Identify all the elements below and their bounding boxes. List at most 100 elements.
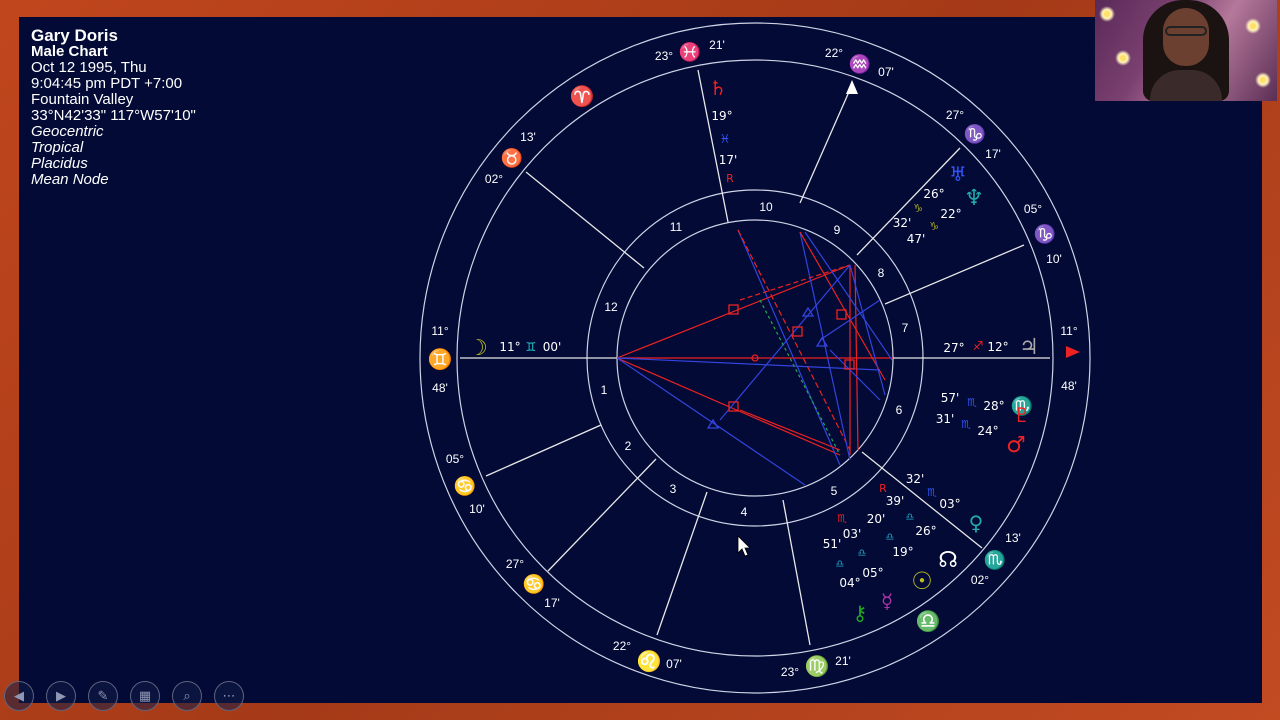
saturn-sign: ♓ [720,132,731,146]
cusp-7-minute: 48' [1061,379,1077,393]
venus-icon: ♀ [969,511,984,535]
more-options-button[interactable]: ⋯ [214,681,244,711]
house-1: 1 [601,383,608,397]
cusp-5-minute: 21' [835,654,851,668]
neptune-minute: 47' [907,232,926,246]
node-minute: 39' [886,494,905,508]
moon-minute: 00' [543,340,562,354]
house-2: 2 [625,439,632,453]
sun-degree: 19° [892,545,913,559]
cusp-10-degree: 22° [825,46,843,60]
chiron-station: ♏ [837,512,847,525]
mars-icon: ♂ [1006,433,1026,458]
mars-degree: 24° [977,424,998,438]
planet-glyphs: ☽ 11° ♊ 00' ♃ 27° ♐ 12° ♄ 19° ♓ 17' R ♅ … [468,76,1039,625]
mercury-icon: ☿ [881,589,893,613]
cusp-2-degree: 05° [446,452,464,466]
mercury-sign: ♎ [858,548,867,559]
webcam-overlay [1095,0,1277,101]
presenter-face [1163,8,1209,66]
house-12: 12 [604,300,618,314]
cusp-9-minute: 17' [985,147,1001,161]
jupiter-icon: ♃ [1019,335,1039,360]
chiron-degree: 04° [839,576,860,590]
cusp-10-sign: ♒ [849,53,871,74]
libra-sign-outer: ♎ [916,609,941,633]
cusp-2-minute: 10' [469,502,485,516]
sun-sign: ♎ [886,532,895,543]
cusp-2-sign: ♋ [454,475,476,496]
venus-minute: 32' [906,472,925,486]
moon-sign: ♊ [526,340,537,354]
node-sign: ♎ [906,512,915,523]
cusp-7-degree: 11° [1060,324,1077,338]
node-degree: 26° [915,524,936,538]
house-8: 8 [878,266,885,280]
cusp-11-degree: 23° [655,49,673,63]
node-retrograde: R [879,482,887,495]
cusp-1-sign: ♊ [428,347,453,371]
cusp-4-sign: ♌ [637,649,662,673]
cusp-12-degree: 13' [520,130,536,144]
saturn-retrograde: R [726,172,734,185]
pluto-degree: 28° [983,399,1004,413]
pen-tool-button[interactable]: ✎ [88,681,118,711]
house-7: 7 [902,321,909,335]
uranus-degree: 26° [923,187,944,201]
cusp-8-sign: ♑ [1034,223,1056,244]
cusp-8-degree: 05° [1024,202,1042,216]
zoom-button[interactable]: ⌕ [172,681,202,711]
mars-minute: 31' [936,412,955,426]
venus-degree: 03° [939,497,960,511]
chiron-minute: 20' [867,512,886,526]
cusp-3-sign: ♋ [523,573,545,594]
presenter-glasses-icon [1165,26,1207,36]
slideshow-controls: ◀ ▶ ✎ ▦ ⌕ ⋯ [4,681,244,713]
moon-degree: 11° [499,340,520,354]
node-icon: ☊ [938,548,958,573]
mouse-cursor-icon [737,535,751,557]
chiron-icon: ⚷ [853,601,868,625]
house-4: 4 [741,505,748,519]
cusp-6-degree: 02° [971,573,989,587]
house-10: 10 [759,200,773,214]
uranus-icon: ♅ [949,162,967,186]
cusp-1-minute: 48' [432,381,448,395]
pluto-minute: 57' [941,391,960,405]
cusp-5-sign: ♍ [805,654,830,678]
house-9: 9 [834,223,841,237]
cusp-9-sign: ♑ [964,123,986,144]
venus-sign: ♏ [927,486,937,499]
cusp-1-degree: 11° [431,324,448,338]
cusp-6-minute: 13' [1005,531,1021,545]
slides-grid-button[interactable]: ▦ [130,681,160,711]
uranus-minute: 32' [893,216,912,230]
cusp-8-minute: 10' [1046,252,1062,266]
cusp-3-degree: 27° [506,557,524,571]
mercury-minute: 51' [823,537,842,551]
saturn-degree: 19° [711,109,732,123]
cusp-12-sign: ♉ [501,147,523,168]
saturn-minute: 17' [719,153,738,167]
sun-icon: ☉ [911,567,933,595]
house-6: 6 [896,403,903,417]
neptune-sign: ♑ [929,220,939,233]
natal-chart-wheel: 1 2 3 4 5 6 7 8 9 10 11 12 11° ♊ 48' 05°… [419,22,1091,694]
mercury-degree: 05° [862,566,883,580]
house-3: 3 [670,482,677,496]
aspect-glyphs [706,304,855,429]
mars-sign: ♏ [961,418,971,431]
chiron-sign: ♎ [836,559,845,570]
house-5: 5 [831,484,838,498]
cusp-5-degree: 23° [781,665,799,679]
jupiter-degree: 27° [943,341,964,355]
cusp-4-minute: 07' [666,657,682,671]
cusp-11-sign: ♓ [679,41,701,62]
aspect-lines [616,229,893,486]
ascendant-arrow [1066,346,1080,358]
next-slide-button[interactable]: ▶ [46,681,76,711]
prev-slide-button[interactable]: ◀ [4,681,34,711]
jupiter-sign: ♐ [973,339,984,353]
uranus-sign: ♑ [913,202,923,215]
aries-sign: ♈ [570,84,595,108]
